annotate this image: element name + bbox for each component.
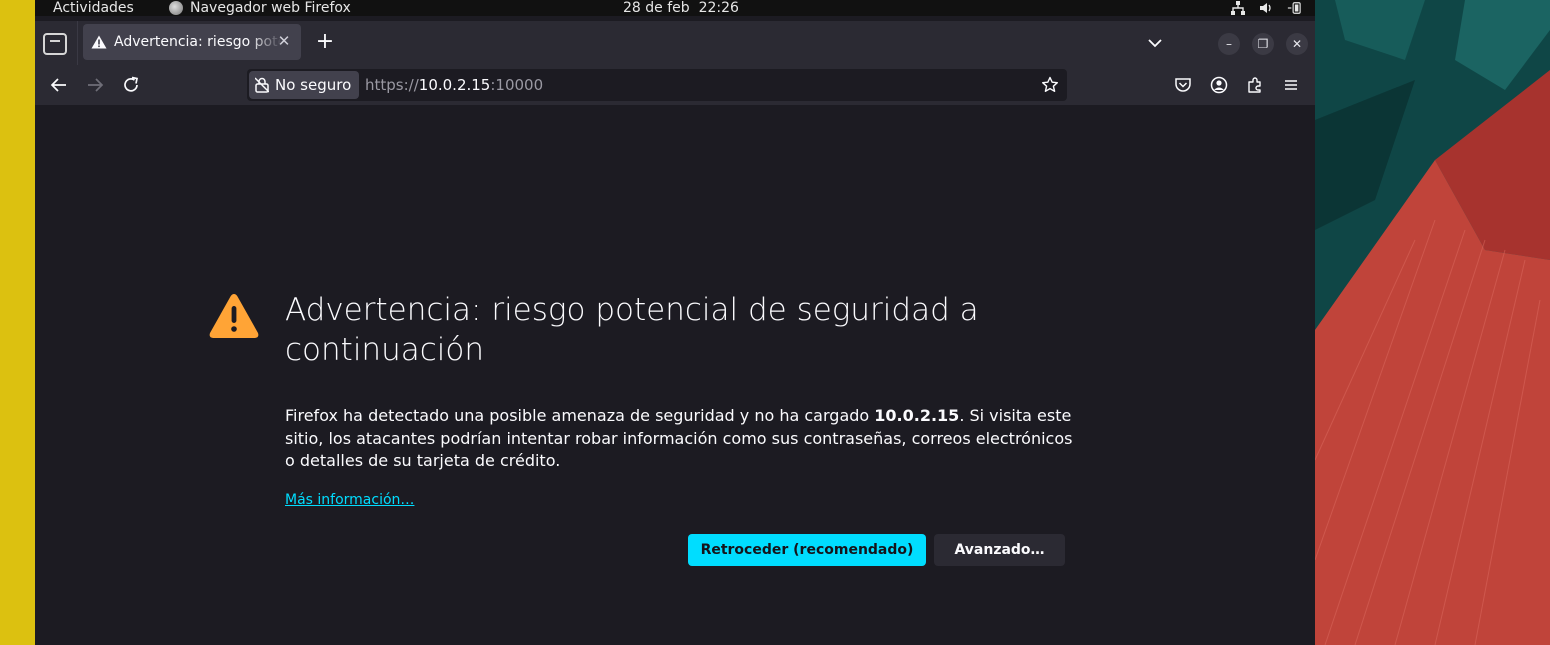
system-tray[interactable] — [1231, 1, 1301, 15]
tab-bar: Advertencia: riesgo potencial de segurid… — [35, 21, 1315, 65]
back-button[interactable] — [46, 73, 72, 97]
firefox-view-button[interactable] — [43, 33, 67, 55]
restore-button[interactable]: ❐ — [1252, 33, 1274, 55]
menu-icon — [1285, 80, 1297, 90]
firefox-icon — [169, 1, 183, 15]
url-host: 10.0.2.15 — [418, 76, 491, 94]
tab-title: Advertencia: riesgo potencial de segurid… — [114, 34, 282, 50]
clock[interactable]: 28 de feb 22:26 — [623, 0, 739, 16]
minimize-button[interactable]: – — [1218, 33, 1240, 55]
forward-button[interactable] — [82, 73, 108, 97]
app-name: Navegador web Firefox — [190, 0, 351, 16]
navigation-toolbar: No seguro https://10.0.2.15:10000 — [35, 65, 1315, 105]
account-button[interactable] — [1207, 73, 1231, 97]
description-text: Firefox ha detectado una posible amenaza… — [285, 406, 875, 425]
url-text[interactable]: https://10.0.2.15:10000 — [365, 69, 543, 101]
error-description: Firefox ha detectado una posible amenaza… — [285, 405, 1085, 473]
back-arrow-icon — [50, 78, 66, 92]
warning-icon — [209, 294, 259, 338]
wallpaper-art — [1315, 0, 1550, 645]
app-menu[interactable]: Navegador web Firefox — [169, 0, 351, 16]
desktop-background-left — [0, 0, 35, 645]
pocket-button[interactable] — [1171, 73, 1195, 97]
go-back-button[interactable]: Retroceder (recomendado) — [688, 534, 926, 566]
security-label: No seguro — [275, 76, 352, 94]
url-scheme: https:// — [365, 76, 419, 94]
forward-arrow-icon — [88, 78, 104, 92]
tab-active[interactable]: Advertencia: riesgo potencial de segurid… — [83, 24, 301, 60]
app-menu-button[interactable] — [1279, 73, 1303, 97]
extensions-icon — [1248, 77, 1261, 93]
warning-icon — [91, 35, 107, 49]
page-title: Advertencia: riesgo potencial de segurid… — [285, 292, 979, 368]
reload-button[interactable] — [118, 73, 144, 97]
reload-icon — [124, 76, 139, 92]
close-tab-icon[interactable]: ✕ — [275, 32, 293, 50]
url-port: :10000 — [490, 76, 544, 94]
new-tab-button[interactable]: + — [313, 30, 337, 54]
desktop-wallpaper — [1315, 0, 1550, 645]
time-label: 22:26 — [698, 0, 739, 16]
advanced-button[interactable]: Avanzado… — [934, 534, 1065, 566]
insecure-lock-icon — [254, 77, 270, 93]
close-window-button[interactable]: ✕ — [1286, 33, 1308, 55]
account-icon — [1210, 76, 1228, 94]
activities-button[interactable]: Actividades — [53, 0, 134, 16]
url-bar[interactable]: No seguro https://10.0.2.15:10000 — [247, 69, 1067, 101]
bookmark-star-icon[interactable] — [1039, 74, 1061, 96]
pocket-icon — [1175, 78, 1191, 92]
chevron-down-icon — [1148, 39, 1162, 48]
extensions-button[interactable] — [1243, 73, 1267, 97]
site-identity-button[interactable]: No seguro — [249, 71, 360, 99]
system-top-bar: Actividades Navegador web Firefox 28 de … — [35, 0, 1315, 16]
learn-more-link[interactable]: Más información… — [285, 492, 414, 508]
tab-bar-divider — [77, 21, 78, 65]
description-host: 10.0.2.15 — [874, 406, 960, 425]
battery-icon — [1287, 1, 1301, 15]
volume-icon — [1259, 1, 1273, 15]
list-all-tabs-button[interactable] — [1143, 33, 1167, 53]
date-label: 28 de feb — [623, 0, 690, 16]
network-icon — [1231, 1, 1245, 15]
page-content: Advertencia: riesgo potencial de segurid… — [35, 105, 1315, 645]
